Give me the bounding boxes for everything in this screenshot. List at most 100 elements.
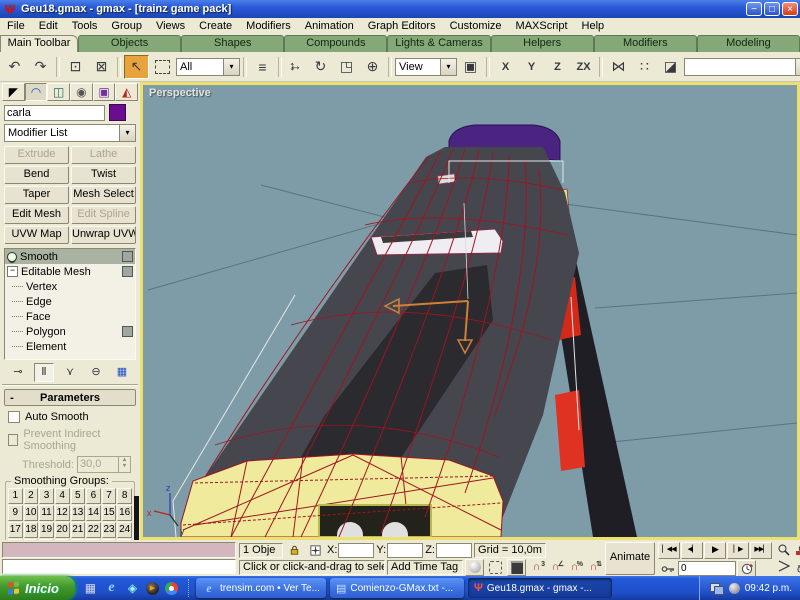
tab-compounds[interactable]: Compounds [284, 35, 387, 52]
smoothing-group-button[interactable]: 7 [102, 488, 117, 504]
panel-scrollbar[interactable] [134, 496, 139, 540]
motion-tab-icon[interactable]: ◉ [70, 83, 93, 101]
utilities-tab-icon[interactable]: ◭ [115, 83, 138, 101]
stack-item-smooth[interactable]: Smooth [5, 249, 135, 264]
array-icon[interactable]: ∷ [632, 55, 657, 79]
rectangular-selection-region-icon[interactable] [150, 55, 175, 79]
smoothing-group-button[interactable]: 5 [71, 488, 86, 504]
unlink-selection-icon[interactable]: ⊠ [89, 55, 114, 79]
use-pivot-center-icon[interactable]: ▣ [458, 55, 483, 79]
pin-stack-icon[interactable]: ⊸ [8, 363, 28, 382]
auto-smooth-checkbox[interactable] [8, 411, 20, 423]
task-button-gmax[interactable]: Ψ Geu18.gmax - gmax -... [468, 578, 612, 598]
hierarchy-tab-icon[interactable]: ◫ [47, 83, 70, 101]
smoothing-group-button[interactable]: 2 [24, 488, 39, 504]
display-tab-icon[interactable]: ▣ [93, 83, 116, 101]
start-button[interactable]: Inicio [0, 576, 75, 600]
dotted-snap-icon[interactable] [486, 559, 505, 576]
menu-item[interactable]: Animation [298, 19, 361, 33]
select-by-name-icon[interactable]: ≡ [250, 55, 275, 79]
menu-item[interactable]: File [0, 19, 32, 33]
stack-item-editable-mesh[interactable]: − Editable Mesh [5, 264, 135, 279]
modifier-list-dropdown[interactable]: Modifier List ▾ [4, 124, 136, 142]
stack-item-polygon[interactable]: Polygon [5, 324, 135, 339]
smoothing-group-button[interactable]: 16 [117, 505, 132, 521]
smoothing-group-button[interactable]: 1 [8, 488, 23, 504]
spinner-snap-icon[interactable]: ∩⇅ [585, 560, 602, 575]
animate-button[interactable]: Animate [605, 542, 655, 575]
smoothing-group-button[interactable]: 19 [39, 522, 54, 538]
smoothing-group-button[interactable]: 20 [55, 522, 70, 538]
percent-snap-icon[interactable]: ∩% [566, 560, 583, 575]
key-mode-icon[interactable] [658, 560, 677, 577]
absolute-offset-icon[interactable] [306, 542, 325, 559]
modifier-toggle-icon[interactable] [122, 326, 133, 337]
menu-item[interactable]: Views [149, 19, 192, 33]
restrict-x-button[interactable]: X [493, 55, 518, 79]
zoom-all-icon[interactable] [793, 542, 800, 557]
create-tab-icon[interactable]: ◤ [2, 83, 25, 101]
viewport-label[interactable]: Perspective [149, 87, 211, 99]
menu-item[interactable]: Help [575, 19, 612, 33]
modify-tab-icon[interactable]: ◠ [25, 83, 48, 101]
smoothing-group-button[interactable]: 24 [117, 522, 132, 538]
reference-coordinate-dropdown[interactable]: View ▾ [395, 58, 457, 76]
viewport-canvas[interactable]: z x y [143, 85, 797, 537]
smoothing-group-button[interactable]: 11 [39, 505, 54, 521]
play-button[interactable]: ▶ [704, 542, 726, 559]
mesh-select-button[interactable]: Mesh Select [71, 186, 136, 204]
select-and-link-icon[interactable]: ⊡ [63, 55, 88, 79]
modifier-toggle-icon[interactable] [122, 251, 133, 262]
collapse-icon[interactable]: − [7, 266, 18, 277]
menu-item[interactable]: Group [104, 19, 149, 33]
menu-item[interactable]: Customize [443, 19, 509, 33]
next-frame-button[interactable]: ▏▶ [727, 542, 749, 559]
media-player-icon[interactable]: ▶ [146, 582, 159, 595]
menu-item[interactable]: Tools [65, 19, 105, 33]
unwrap-uvw-button[interactable]: Unwrap UVW [71, 226, 136, 244]
tab-lights-cameras[interactable]: Lights & Cameras [387, 35, 490, 52]
restrict-zx-button[interactable]: ZX [571, 55, 596, 79]
angle-snap-icon[interactable]: ∩∠ [547, 560, 564, 575]
modifier-toggle-icon[interactable] [122, 266, 133, 277]
menu-item[interactable]: Create [192, 19, 239, 33]
mirror-icon[interactable]: ⋈ [606, 55, 631, 79]
task-button-trensim[interactable]: e trensim.com • Ver Te... [196, 578, 326, 598]
smoothing-group-button[interactable]: 13 [71, 505, 86, 521]
go-to-start-button[interactable]: ▏◀◀ [658, 542, 680, 559]
stack-item-element[interactable]: Element [5, 339, 135, 354]
make-unique-icon[interactable]: ⋎ [60, 363, 80, 382]
smoothing-group-button[interactable]: 18 [24, 522, 39, 538]
smoothing-group-button[interactable]: 22 [86, 522, 101, 538]
degradation-override-icon[interactable] [465, 559, 484, 576]
field-of-view-icon[interactable] [775, 558, 792, 573]
previous-frame-button[interactable]: ◀▏ [681, 542, 703, 559]
stack-item-face[interactable]: Face [5, 309, 135, 324]
select-and-scale-icon[interactable]: ◳ [334, 55, 359, 79]
pan-hand-icon[interactable] [793, 558, 800, 573]
select-object-icon[interactable]: ↖ [124, 55, 149, 79]
twist-button[interactable]: Twist [71, 166, 136, 184]
smoothing-group-button[interactable]: 8 [117, 488, 132, 504]
x-coordinate-input[interactable] [338, 543, 374, 558]
select-and-move-icon[interactable]: ↔ ↕ [285, 56, 307, 78]
uvw-map-button[interactable]: UVW Map [4, 226, 69, 244]
smoothing-group-button[interactable]: 15 [102, 505, 117, 521]
listener-field[interactable] [2, 559, 236, 575]
tab-modeling[interactable]: Modeling [697, 35, 800, 52]
minimize-button[interactable]: − [746, 2, 762, 16]
smoothing-group-button[interactable]: 17 [8, 522, 23, 538]
configure-stack-icon[interactable]: ▦ [112, 363, 132, 382]
smoothing-group-button[interactable]: 12 [55, 505, 70, 521]
smoothing-group-button[interactable]: 9 [8, 505, 23, 521]
tab-helpers[interactable]: Helpers [491, 35, 594, 52]
menu-item[interactable]: Modifiers [239, 19, 298, 33]
bend-button[interactable]: Bend [4, 166, 69, 184]
smoothing-group-button[interactable]: 3 [39, 488, 54, 504]
selection-filter-dropdown[interactable]: All ▾ [176, 58, 240, 76]
parameters-rollout-header[interactable]: - Parameters [4, 389, 136, 406]
tab-objects[interactable]: Objects [78, 35, 181, 52]
tab-main-toolbar[interactable]: Main Toolbar [0, 35, 78, 52]
select-and-manipulate-icon[interactable]: ⊕ [360, 55, 385, 79]
quicklaunch-app-icon[interactable]: ▦ [83, 581, 98, 596]
